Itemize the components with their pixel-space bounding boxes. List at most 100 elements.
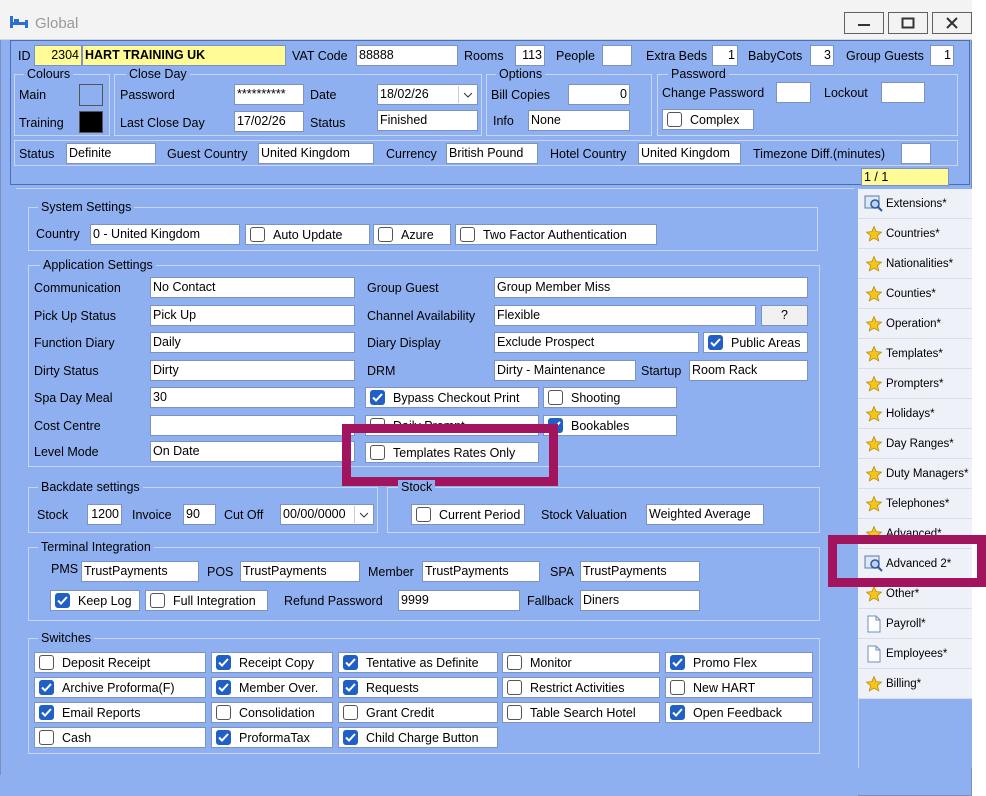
current-period-checkbox[interactable]: Current Period: [411, 504, 525, 525]
sidebar-item[interactable]: Prompters*: [858, 369, 972, 399]
level-mode-field[interactable]: On Date: [150, 441, 355, 462]
member-field[interactable]: TrustPayments: [422, 561, 540, 582]
switch-checkbox[interactable]: Email Reports: [34, 702, 206, 723]
date-field[interactable]: 18/02/26: [377, 84, 478, 105]
extra-beds-field[interactable]: 1: [712, 45, 738, 66]
pos-field[interactable]: TrustPayments: [240, 561, 360, 582]
switch-checkbox[interactable]: Member Over.: [211, 677, 333, 698]
switch-checkbox[interactable]: Open Feedback: [665, 702, 813, 723]
hotel-country-field[interactable]: United Kingdom: [638, 143, 741, 164]
bill-copies-field[interactable]: 0: [568, 84, 630, 105]
sidebar-item[interactable]: Nationalities*: [858, 249, 972, 279]
currency-field[interactable]: British Pound: [446, 143, 538, 164]
babycots-field[interactable]: 3: [810, 45, 834, 66]
spa-field[interactable]: TrustPayments: [580, 561, 700, 582]
full-integration-checkbox[interactable]: Full Integration: [145, 590, 268, 611]
chevron-down-icon[interactable]: [354, 506, 372, 523]
fallback-field[interactable]: Diners: [580, 590, 700, 611]
star-icon: [864, 404, 884, 424]
channel-availability-field[interactable]: Flexible: [494, 305, 756, 326]
sidebar-item[interactable]: Billing*: [858, 669, 972, 699]
cost-centre-field[interactable]: [150, 415, 355, 436]
switch-checkbox[interactable]: Child Charge Button: [338, 727, 498, 748]
hotel-name-field[interactable]: HART TRAINING UK: [82, 45, 286, 66]
complex-checkbox[interactable]: Complex: [662, 109, 754, 130]
switch-checkbox[interactable]: New HART: [665, 677, 813, 698]
group-guests-field[interactable]: 1: [930, 45, 954, 66]
diary-display-field[interactable]: Exclude Prospect: [494, 332, 699, 353]
cutoff-field[interactable]: 00/00/0000: [280, 504, 374, 525]
page-icon: [864, 614, 884, 634]
change-password-field[interactable]: [776, 82, 811, 103]
timezone-field[interactable]: [901, 143, 931, 164]
switch-checkbox[interactable]: ProformaTax: [211, 727, 333, 748]
guest-country-field[interactable]: United Kingdom: [258, 143, 374, 164]
startup-field[interactable]: Room Rack: [689, 360, 808, 381]
sidebar-item[interactable]: Day Ranges*: [858, 429, 972, 459]
minimize-button[interactable]: [844, 12, 884, 34]
switch-checkbox[interactable]: Consolidation: [211, 702, 333, 723]
shooting-checkbox[interactable]: Shooting: [543, 387, 677, 408]
public-areas-checkbox[interactable]: Public Areas: [703, 332, 808, 353]
sidebar-item[interactable]: Operation*: [858, 309, 972, 339]
country-field[interactable]: 0 - United Kingdom: [90, 224, 240, 245]
sidebar-item[interactable]: Telephones*: [858, 489, 972, 519]
refund-password-field[interactable]: 9999: [398, 590, 520, 611]
switch-checkbox[interactable]: Requests: [338, 677, 498, 698]
backdate-stock-field[interactable]: 1200: [87, 504, 122, 525]
switch-checkbox[interactable]: Archive Proforma(F): [34, 677, 206, 698]
switch-checkbox[interactable]: Promo Flex: [665, 652, 813, 673]
sidebar-item[interactable]: Extensions*: [858, 189, 972, 219]
switch-checkbox[interactable]: Cash: [34, 727, 206, 748]
sidebar-item[interactable]: Countries*: [858, 219, 972, 249]
vat-field[interactable]: 88888: [356, 45, 458, 66]
auto-update-checkbox[interactable]: Auto Update: [245, 224, 370, 245]
chevron-down-icon[interactable]: [458, 86, 476, 103]
sidebar-item[interactable]: Holidays*: [858, 399, 972, 429]
switch-checkbox[interactable]: Tentative as Definite: [338, 652, 498, 673]
pms-field[interactable]: TrustPayments: [81, 561, 199, 582]
switch-checkbox[interactable]: Grant Credit: [338, 702, 498, 723]
switch-checkbox[interactable]: Monitor: [502, 652, 660, 673]
drm-field[interactable]: Dirty - Maintenance: [494, 360, 636, 381]
title-bar[interactable]: [0, 0, 972, 40]
switch-checkbox[interactable]: Deposit Receipt: [34, 652, 206, 673]
close-button[interactable]: [932, 12, 972, 34]
last-close-field[interactable]: 17/02/26: [234, 111, 304, 132]
training-colour-swatch[interactable]: [79, 111, 103, 133]
switch-checkbox[interactable]: Receipt Copy: [211, 652, 333, 673]
switch-label: Monitor: [530, 655, 572, 670]
close-status-field[interactable]: Finished: [377, 110, 478, 131]
two-factor-checkbox[interactable]: Two Factor Authentication: [455, 224, 657, 245]
sidebar-item[interactable]: Duty Managers*: [858, 459, 972, 489]
keep-log-checkbox[interactable]: Keep Log: [50, 590, 140, 611]
switch-checkbox[interactable]: Table Search Hotel: [502, 702, 660, 723]
lockout-field[interactable]: [881, 82, 925, 103]
invoice-field[interactable]: 90: [183, 504, 216, 525]
password-field[interactable]: **********: [234, 84, 304, 105]
azure-checkbox[interactable]: Azure: [373, 224, 451, 245]
currency-label: Currency: [386, 147, 437, 161]
communication-field[interactable]: No Contact: [150, 277, 355, 298]
bookables-checkbox[interactable]: Bookables: [543, 415, 677, 436]
sidebar-item[interactable]: Payroll*: [858, 609, 972, 639]
channel-help-button[interactable]: ?: [761, 305, 808, 326]
maximize-button[interactable]: [888, 12, 928, 34]
rooms-field[interactable]: 113: [515, 45, 545, 66]
pickup-field[interactable]: Pick Up: [150, 305, 355, 326]
bypass-checkout-checkbox[interactable]: Bypass Checkout Print: [365, 387, 539, 408]
id-field[interactable]: 2304: [34, 45, 82, 66]
sidebar-item[interactable]: Counties*: [858, 279, 972, 309]
stock-valuation-field[interactable]: Weighted Average: [646, 504, 764, 525]
people-field[interactable]: [602, 45, 632, 66]
dirty-status-field[interactable]: Dirty: [150, 360, 355, 381]
switch-checkbox[interactable]: Restrict Activities: [502, 677, 660, 698]
sidebar-item[interactable]: Employees*: [858, 639, 972, 669]
main-colour-swatch[interactable]: [79, 84, 103, 106]
info-field[interactable]: None: [528, 110, 630, 131]
sidebar-item[interactable]: Templates*: [858, 339, 972, 369]
group-guest-field[interactable]: Group Member Miss: [494, 277, 808, 298]
spa-day-meal-field[interactable]: 30: [150, 387, 355, 408]
status-field[interactable]: Definite: [66, 143, 156, 164]
function-diary-field[interactable]: Daily: [150, 332, 355, 353]
